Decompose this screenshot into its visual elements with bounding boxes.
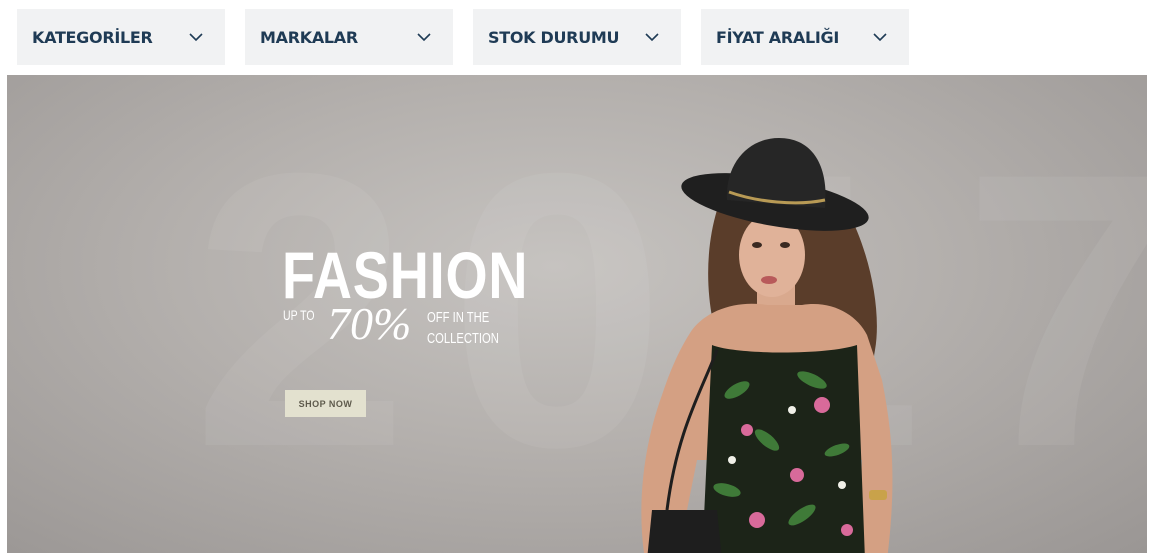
banner-off-text: OFF IN THE COLLECTION [427, 307, 499, 349]
chevron-down-icon [417, 33, 431, 42]
filter-brands-dropdown[interactable]: MARKALAR [245, 9, 453, 65]
banner-off-line2: COLLECTION [427, 330, 499, 347]
chevron-down-icon [189, 33, 203, 42]
shop-now-button[interactable]: SHOP NOW [285, 390, 366, 417]
banner-upto-text: UP TO [283, 307, 315, 323]
filter-stock-dropdown[interactable]: STOK DURUMU [473, 9, 681, 65]
filter-label: FİYAT ARALIĞI [716, 27, 839, 47]
fashion-model-image [641, 138, 893, 553]
filter-bar: KATEGORİLER MARKALAR STOK DURUMU FİYAT A… [17, 9, 909, 65]
filter-label: MARKALAR [260, 27, 358, 47]
filter-price-range-dropdown[interactable]: FİYAT ARALIĞI [701, 9, 909, 65]
filter-categories-dropdown[interactable]: KATEGORİLER [17, 9, 225, 65]
chevron-down-icon [873, 33, 887, 42]
filter-label: STOK DURUMU [488, 27, 620, 47]
banner-off-line1: OFF IN THE [427, 309, 490, 326]
chevron-down-icon [645, 33, 659, 42]
promo-banner[interactable]: 2017 FASHION UP TO 70% OFF IN THE COLLEC… [7, 75, 1147, 553]
banner-discount-percent: 70% [327, 298, 412, 349]
filter-label: KATEGORİLER [32, 27, 153, 47]
